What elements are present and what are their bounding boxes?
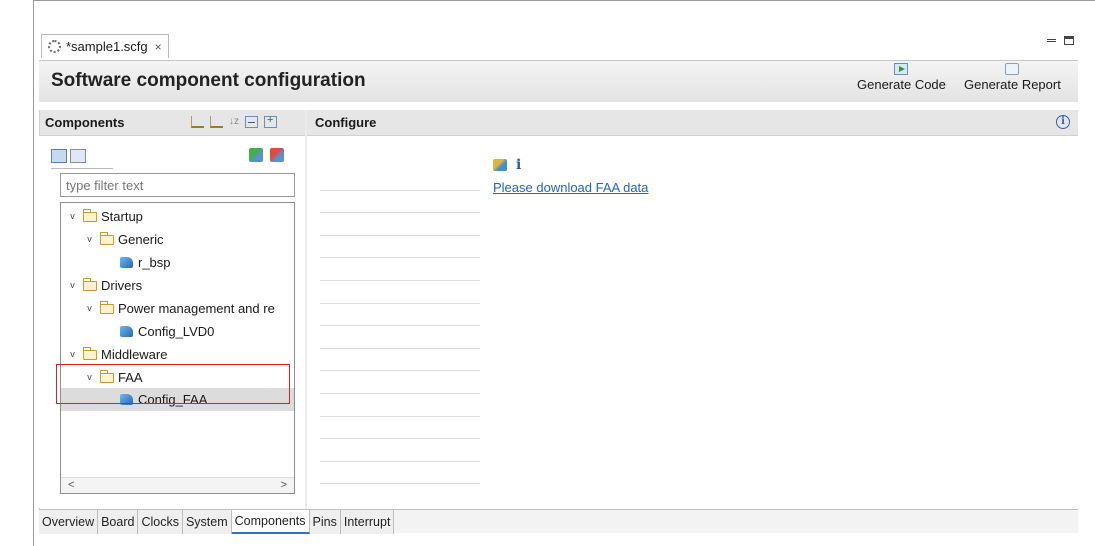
tab-components[interactable]: Components (231, 510, 310, 534)
configure-header: Configure i (307, 110, 1078, 136)
tab-system[interactable]: System (182, 510, 232, 534)
add-component-icon[interactable] (249, 148, 263, 162)
configure-panel: i Please download FAA data (307, 136, 1078, 508)
chevron-down-icon[interactable]: v (67, 280, 78, 291)
bottom-tab-bar: Overview Board Clocks System Components … (39, 509, 1078, 534)
add-remove-toolbar (249, 148, 284, 162)
tree-item-generic[interactable]: v Generic (61, 228, 294, 251)
generate-report-button[interactable]: Generate Report (964, 63, 1061, 92)
collapse-all-icon[interactable] (245, 116, 258, 128)
highlight-box (56, 364, 290, 404)
tree-item-power-management[interactable]: v Power management and re (61, 297, 294, 320)
tree-item-label: Startup (101, 209, 143, 224)
property-list (320, 168, 480, 485)
divider (51, 168, 113, 169)
editor-tab-title: *sample1.scfg (66, 39, 148, 54)
scroll-right-icon[interactable]: > (281, 479, 287, 491)
tree-item-config-lvd0[interactable]: Config_LVD0 (61, 320, 294, 343)
chevron-down-icon[interactable]: v (84, 303, 95, 314)
info-icon[interactable]: i (516, 157, 521, 173)
expand-all-icon[interactable] (264, 114, 277, 128)
page-header: Software component configuration Generat… (39, 60, 1078, 102)
editor-tab-bar: *sample1.scfg × (39, 32, 1078, 60)
tree-item-label: Middleware (101, 347, 168, 362)
configure-wand-icon[interactable] (493, 159, 507, 171)
tab-interrupt[interactable]: Interrupt (340, 510, 395, 534)
component-tree: v Startup v Generic r_bsp v Drivers v Po… (60, 202, 295, 494)
tree-item-label: Generic (118, 232, 164, 247)
folder-icon (83, 346, 97, 360)
tree-item-drivers[interactable]: v Drivers (61, 274, 294, 297)
chevron-down-icon[interactable]: v (67, 349, 78, 360)
maximize-icon[interactable] (1064, 36, 1074, 45)
minimize-icon[interactable] (1047, 39, 1056, 42)
tab-board[interactable]: Board (98, 510, 139, 534)
tree-item-label: Drivers (101, 278, 143, 293)
category-view-icon[interactable] (51, 149, 67, 163)
filter-input[interactable] (60, 173, 295, 197)
components-title: Components (45, 115, 125, 130)
sort-icon[interactable]: ↓z (229, 116, 239, 128)
folder-icon (100, 300, 114, 314)
tab-overview[interactable]: Overview (39, 510, 99, 534)
tree-item-label: Config_LVD0 (138, 324, 215, 339)
import-icon[interactable] (191, 116, 204, 128)
generate-report-icon (1005, 63, 1020, 75)
configure-title: Configure (315, 115, 377, 130)
tree-view-icon[interactable] (70, 149, 86, 163)
info-icon[interactable]: i (1056, 115, 1070, 129)
tab-pins[interactable]: Pins (309, 510, 341, 534)
configure-toolbar: i (493, 157, 521, 173)
folder-icon (83, 208, 97, 222)
components-panel: v Startup v Generic r_bsp v Drivers v Po… (39, 136, 305, 508)
export-icon[interactable] (210, 116, 223, 128)
generate-code-label: Generate Code (857, 77, 946, 92)
tree-item-r-bsp[interactable]: r_bsp (61, 251, 294, 274)
window-controls (1047, 36, 1074, 45)
folder-icon (83, 277, 97, 291)
generate-code-icon (894, 63, 909, 75)
tree-item-startup[interactable]: v Startup (61, 205, 294, 228)
horizontal-scrollbar[interactable]: < > (61, 477, 294, 493)
download-faa-link[interactable]: Please download FAA data (493, 180, 648, 195)
page-title: Software component configuration (51, 70, 366, 91)
folder-icon (100, 231, 114, 245)
components-toolbar: ↓z (191, 114, 277, 128)
scroll-left-icon[interactable]: < (68, 479, 74, 491)
generate-code-button[interactable]: Generate Code (857, 63, 946, 92)
tree-item-middleware[interactable]: v Middleware (61, 343, 294, 366)
remove-component-icon[interactable] (270, 148, 284, 162)
chevron-down-icon[interactable]: v (84, 234, 95, 245)
tree-item-label: Power management and re (118, 301, 275, 316)
close-icon[interactable]: × (155, 40, 162, 54)
tab-clocks[interactable]: Clocks (138, 510, 183, 534)
gear-icon (48, 40, 61, 53)
view-toggle (51, 149, 86, 163)
tree-item-label: r_bsp (138, 255, 171, 270)
generate-report-label: Generate Report (964, 77, 1061, 92)
chevron-down-icon[interactable]: v (67, 211, 78, 222)
component-icon (120, 326, 133, 337)
editor-tab-sample1[interactable]: *sample1.scfg × (41, 34, 169, 58)
component-icon (120, 257, 133, 268)
components-header: Components ↓z (39, 110, 305, 136)
